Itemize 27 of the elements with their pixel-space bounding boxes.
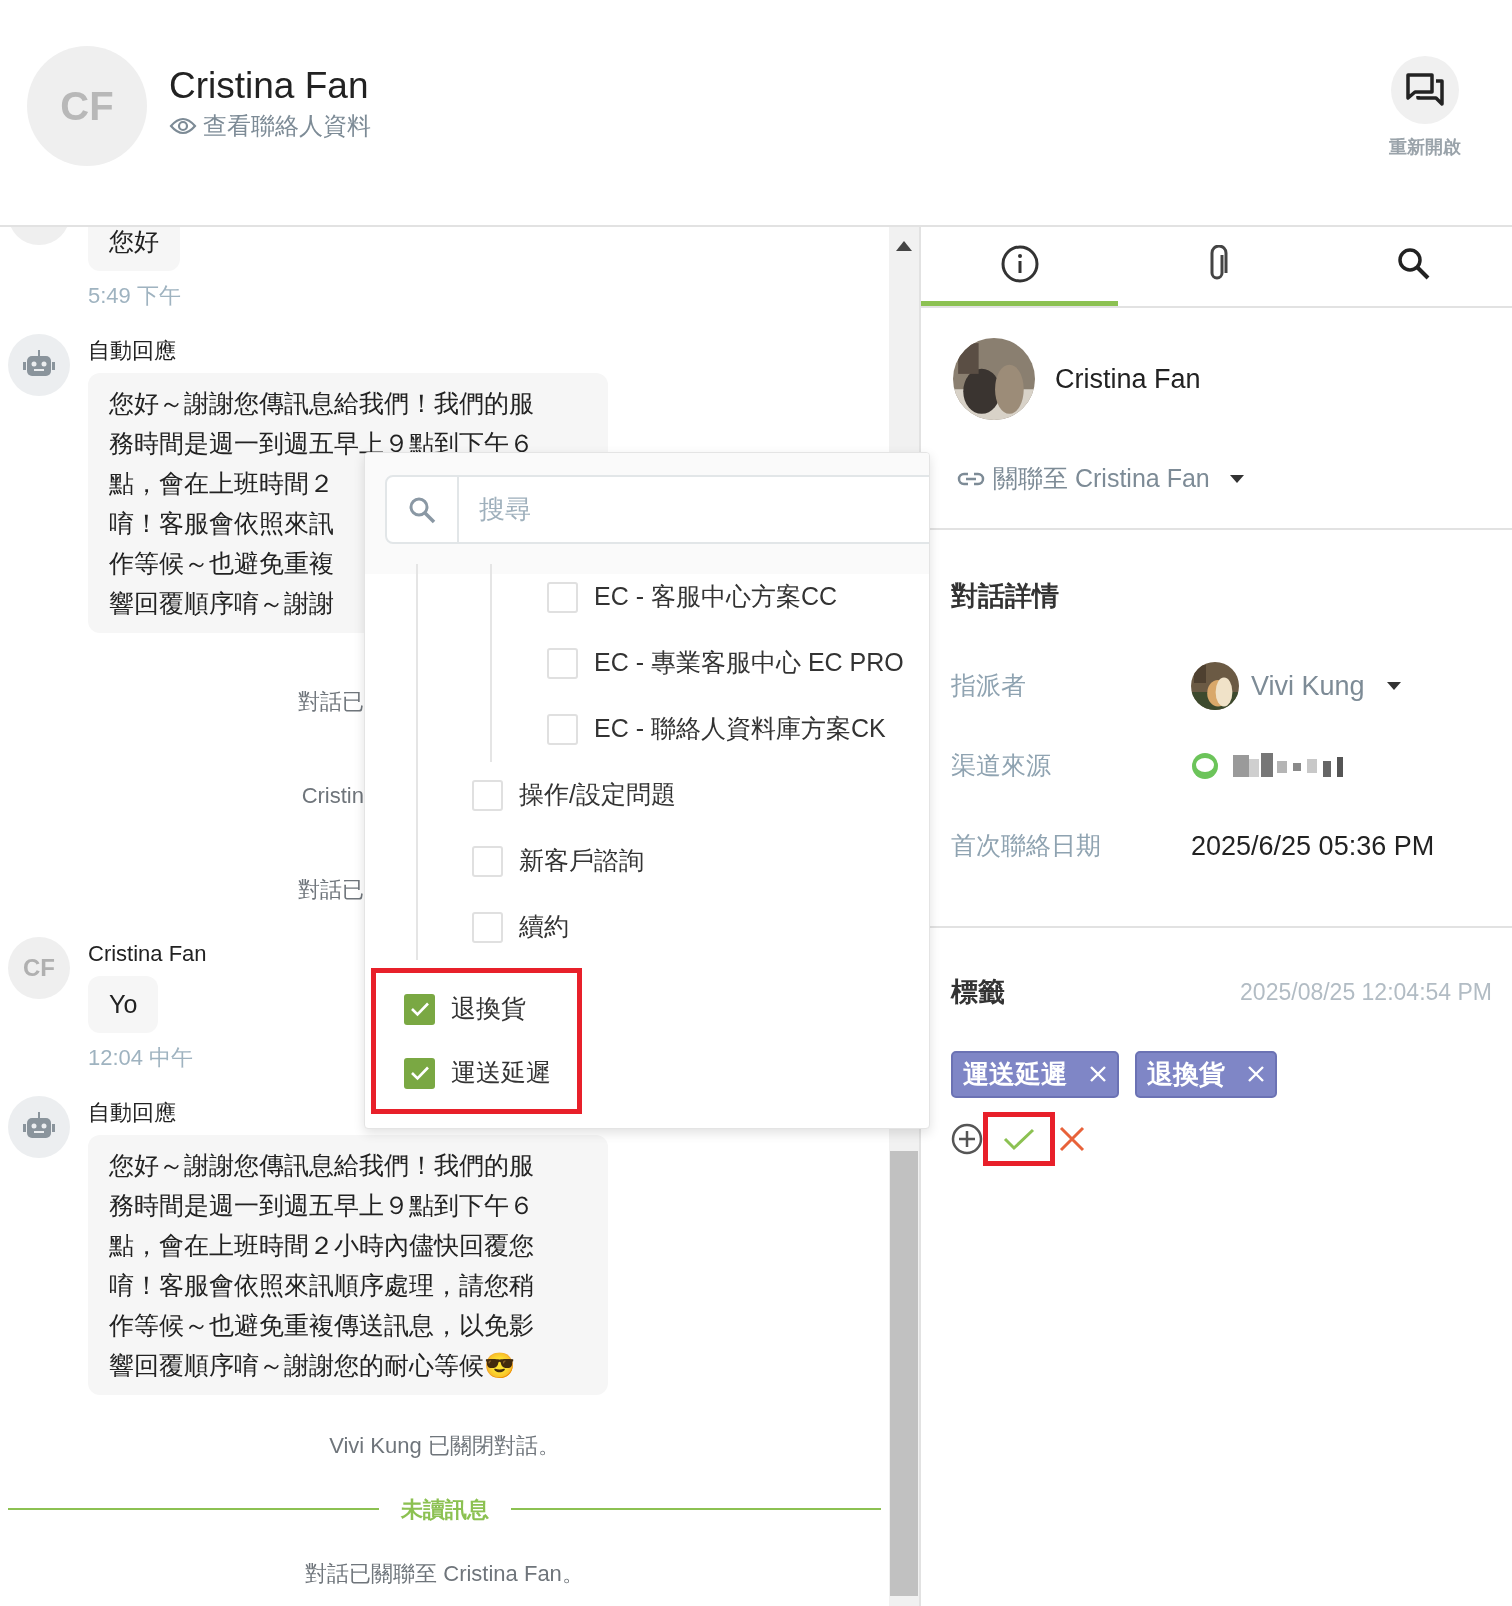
system-message: Vivi Kung 已關閉對話。	[329, 1431, 560, 1460]
section-title: 標籤	[951, 976, 1005, 1009]
unread-divider-label: 未讀訊息	[400, 1495, 489, 1524]
detail-label: 首次聯絡日期	[951, 830, 1102, 862]
tags-timestamp: 2025/08/25 12:04:54 PM	[1240, 978, 1492, 1007]
detail-label: 渠道來源	[951, 750, 1052, 782]
section-title: 對話詳情	[951, 579, 1060, 613]
message-time: 12:04 中午	[88, 1044, 194, 1072]
sender-name: 自動回應	[88, 336, 176, 365]
message-bubble: 您好	[88, 227, 180, 271]
system-message: 對話已	[298, 876, 364, 904]
reopen-label: 重新開啟	[1389, 136, 1461, 159]
detail-value: 2025/6/25 05:36 PM	[1191, 829, 1435, 863]
contact-avatar: CF	[8, 936, 70, 999]
sender-name: Cristina Fan	[88, 939, 207, 968]
system-message: 對話已關聯至 Cristina Fan。	[305, 1559, 584, 1588]
system-message: Cristin	[301, 782, 364, 810]
message-bubble: Yo	[88, 975, 159, 1033]
contact-name: Cristina Fan	[1055, 362, 1201, 396]
tag-label: 運送延遲	[963, 1057, 1067, 1091]
message-time: 5:49 下午	[88, 281, 181, 310]
message-bubble: 您好～謝謝您傳訊息給我們！我們的服 務時間是週一到週五早上９點到下午６ 點，會在上班時間２小時內儘快回覆您 唷！客服會依照來訊順序處理，請您稍 作等候～也避免重複傳送訊息，以免影 響回覆順序唷～謝謝您的耐心等候😎	[88, 1135, 608, 1395]
system-message: 對話已	[298, 688, 364, 716]
tag-label: 退換貨	[1147, 1057, 1225, 1091]
contact-name: Cristina Fan	[169, 64, 370, 108]
detail-label: 指派者	[951, 670, 1027, 702]
sender-name: 自動回應	[88, 1099, 176, 1127]
